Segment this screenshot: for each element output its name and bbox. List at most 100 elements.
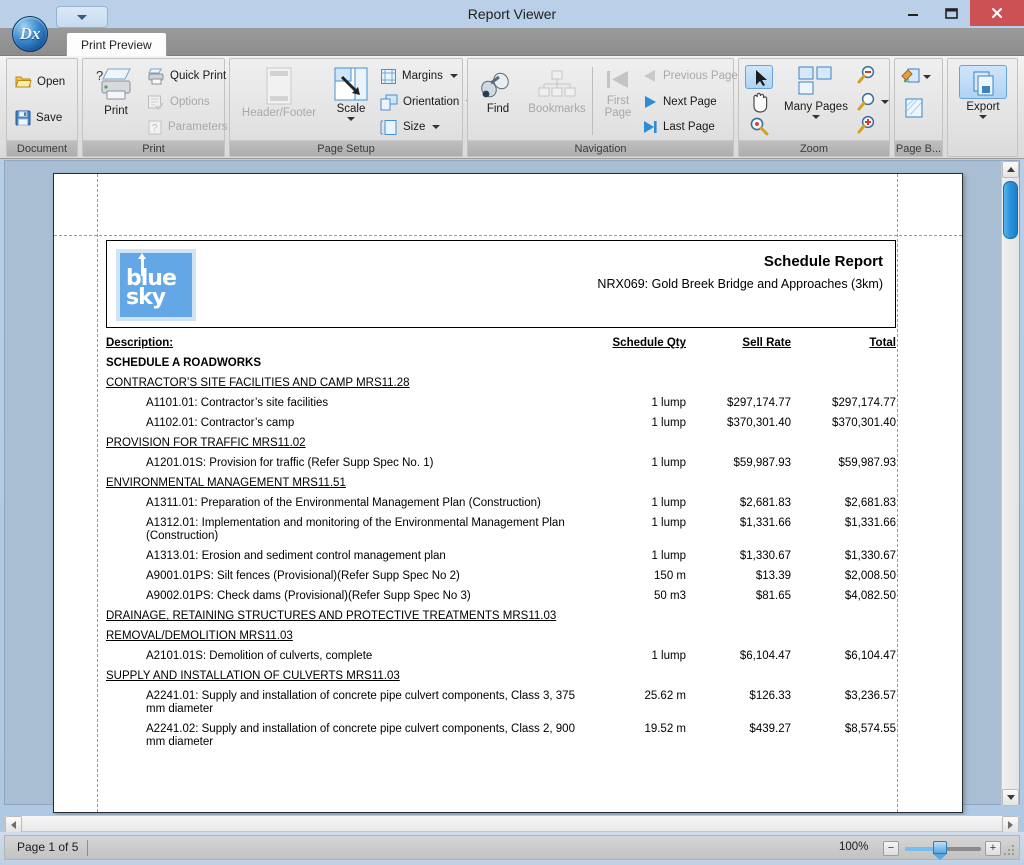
- parameters-button[interactable]: ? Parameters: [147, 116, 227, 138]
- first-page-button[interactable]: First Page: [598, 67, 638, 119]
- export-icon-frame: [959, 65, 1007, 99]
- scale-icon: [334, 67, 368, 101]
- bookmarks-tree-icon: [538, 70, 576, 97]
- cell-rate: [686, 474, 791, 494]
- close-button[interactable]: [970, 0, 1024, 26]
- table-row: A2101.01S: Demolition of culverts, compl…: [106, 647, 896, 667]
- quick-print-button[interactable]: Quick Print: [147, 65, 226, 87]
- ribbon-tab-strip: Print Preview: [0, 28, 1024, 56]
- report-subtitle: NRX069: Gold Breek Bridge and Approaches…: [597, 277, 883, 291]
- page-color-icon: [901, 68, 920, 83]
- scroll-right-button[interactable]: [1002, 816, 1019, 833]
- next-page-button[interactable]: Next Page: [642, 91, 717, 113]
- options-button[interactable]: Options: [147, 91, 210, 113]
- cell-rate: $126.33: [749, 690, 791, 702]
- margins-icon: [381, 68, 396, 84]
- cell-description: REMOVAL/DEMOLITION MRS11.03: [106, 630, 293, 642]
- previous-page-button[interactable]: Previous Page: [642, 65, 738, 87]
- ribbon-group-navigation-caption: Navigation: [468, 140, 733, 156]
- scale-button[interactable]: Scale: [326, 67, 376, 121]
- cell-description: A1102.01: Contractor’s camp: [146, 417, 295, 429]
- table-row: A1101.01: Contractor’s site facilities 1 …: [106, 394, 896, 414]
- watermark-button[interactable]: [899, 97, 941, 121]
- cell-rate: $59,987.93: [733, 457, 791, 469]
- many-pages-icon: [798, 66, 832, 95]
- zoom-in-stepper[interactable]: +: [985, 841, 1001, 856]
- pointer-tool-button[interactable]: [745, 65, 773, 89]
- bookmarks-button-label: Bookmarks: [528, 103, 586, 115]
- cell-rate: [686, 627, 791, 647]
- zoom-slider-thumb[interactable]: [933, 841, 947, 860]
- options-icon: [148, 95, 164, 110]
- magnifier-tool-icon: [750, 117, 769, 136]
- chevron-down-icon: [923, 75, 931, 79]
- cell-description: A2241.01: Supply and installation of con…: [146, 690, 575, 715]
- status-divider: [87, 840, 88, 856]
- margins-button[interactable]: Margins: [380, 65, 458, 87]
- cell-total: $6,104.47: [844, 650, 896, 662]
- quick-access-toolbar-dropdown[interactable]: [56, 6, 108, 28]
- many-pages-button[interactable]: Many Pages: [779, 65, 853, 119]
- find-button[interactable]: Find: [474, 69, 522, 115]
- export-button[interactable]: Export: [956, 65, 1010, 119]
- scroll-up-button[interactable]: [1002, 161, 1019, 178]
- report-page[interactable]: blue sky Schedule Report NRX069: Gold Br…: [53, 173, 963, 813]
- magnifier-tool-button[interactable]: [745, 116, 773, 138]
- cell-qty: 150 m: [654, 570, 686, 582]
- window-title: Report Viewer: [467, 6, 557, 22]
- window-controls: [894, 0, 1024, 26]
- resize-grip[interactable]: [1004, 845, 1016, 857]
- devexpress-orb-icon[interactable]: Dx: [12, 16, 48, 52]
- zoom-select-button[interactable]: [857, 91, 889, 113]
- last-page-button[interactable]: Last Page: [642, 116, 715, 138]
- table-row: A1313.01: Erosion and sediment control m…: [106, 547, 896, 567]
- cell-qty: [576, 667, 686, 687]
- triangle-up-icon: [1006, 167, 1015, 172]
- header-footer-icon: [266, 67, 292, 105]
- zoom-in-button[interactable]: [857, 115, 883, 137]
- bookmarks-button[interactable]: Bookmarks: [526, 69, 588, 115]
- first-page-button-label: First Page: [604, 95, 632, 119]
- vertical-scrollbar-thumb[interactable]: [1003, 181, 1018, 239]
- zoom-out-stepper[interactable]: −: [883, 841, 899, 856]
- orientation-button[interactable]: Orientation: [380, 91, 475, 113]
- report-viewer-window: Report Viewer Dx Print Preview Open Save…: [0, 0, 1024, 865]
- ribbon-group-page-background: Page B...: [894, 58, 943, 157]
- print-button[interactable]: ? Print: [89, 67, 143, 117]
- horizontal-scrollbar-track[interactable]: [23, 816, 1001, 831]
- save-button[interactable]: Save: [15, 107, 62, 129]
- cell-rate: $6,104.47: [739, 650, 791, 662]
- size-button-label: Size: [403, 121, 426, 133]
- ribbon-group-page-background-caption: Page B...: [895, 140, 942, 156]
- cell-description: A2241.02: Supply and installation of con…: [146, 723, 575, 748]
- previous-page-icon: [644, 70, 655, 82]
- triangle-left-icon: [11, 820, 16, 829]
- chevron-down-icon: [449, 74, 458, 78]
- minimize-button[interactable]: [894, 0, 932, 26]
- zoom-out-button[interactable]: [857, 65, 883, 87]
- horizontal-scrollbar[interactable]: [4, 815, 1020, 833]
- svg-text:?: ?: [152, 123, 158, 134]
- vertical-scrollbar[interactable]: [1001, 161, 1019, 806]
- chevron-down-icon: [979, 115, 987, 119]
- export-button-label: Export: [966, 101, 1000, 113]
- cell-description: SUPPLY AND INSTALLATION OF CULVERTS MRS1…: [106, 670, 400, 682]
- header-footer-button[interactable]: Header/Footer: [234, 67, 324, 119]
- maximize-button[interactable]: [932, 0, 970, 26]
- next-page-button-label: Next Page: [663, 96, 717, 108]
- tab-print-preview[interactable]: Print Preview: [66, 32, 167, 56]
- open-button[interactable]: Open: [15, 71, 65, 93]
- margin-guide-right: [897, 174, 898, 812]
- column-header-total: Total: [869, 337, 896, 349]
- cell-total: [791, 474, 896, 494]
- scroll-left-button[interactable]: [5, 816, 22, 833]
- cell-qty: [576, 474, 686, 494]
- cell-rate: $13.39: [755, 570, 791, 582]
- size-button[interactable]: Size: [380, 116, 441, 138]
- cell-description: A2101.01S: Demolition of culverts, compl…: [146, 650, 373, 662]
- cell-total: [791, 667, 896, 687]
- scroll-down-button[interactable]: [1002, 789, 1019, 806]
- pointer-tool-icon: [756, 70, 767, 86]
- hand-tool-button[interactable]: [745, 92, 773, 114]
- page-color-button[interactable]: [899, 65, 941, 89]
